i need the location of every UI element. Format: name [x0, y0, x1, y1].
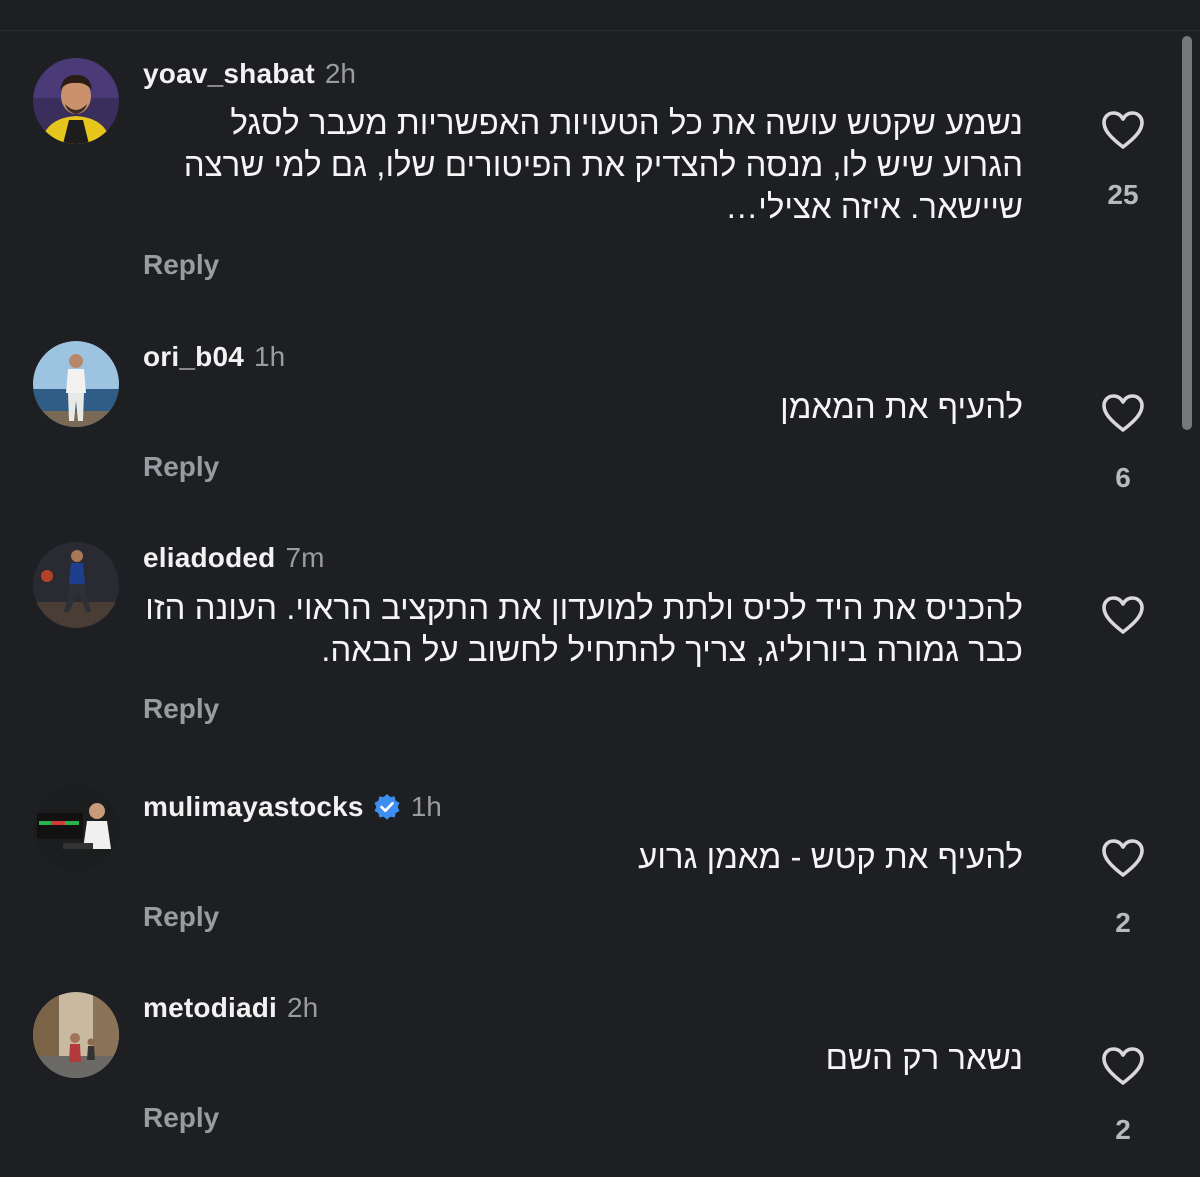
reply-button[interactable]: Reply — [143, 692, 219, 726]
timestamp: 1h — [254, 341, 286, 372]
comment-meta: ori_b04 1h — [143, 339, 285, 375]
heart-outline-icon[interactable] — [1100, 392, 1146, 434]
avatar[interactable] — [33, 992, 119, 1078]
comment-text: להכניס את היד לכיס ולתת למועדון את התקצי… — [145, 589, 1023, 668]
top-divider — [0, 30, 1200, 31]
reply-button[interactable]: Reply — [143, 450, 219, 484]
avatar[interactable] — [33, 58, 119, 144]
comments-screen: yoav_shabat 2h נשמע שקטש עושה את כל הטעו… — [0, 0, 1200, 1177]
username[interactable]: mulimayastocks — [143, 791, 364, 823]
avatar[interactable] — [33, 341, 119, 427]
timestamp: 2h — [324, 58, 356, 89]
reply-button[interactable]: Reply — [143, 1101, 219, 1135]
timestamp: 7m — [285, 542, 325, 573]
username[interactable]: ori_b04 — [143, 341, 244, 373]
scrollbar[interactable] — [1182, 36, 1192, 430]
like-count[interactable]: 6 — [1093, 461, 1153, 495]
comment-meta: metodiadi 2h — [143, 990, 318, 1026]
comment-text: נשאר רק השם — [825, 1039, 1023, 1076]
like-count[interactable]: 2 — [1093, 1113, 1153, 1147]
reply-button[interactable]: Reply — [143, 900, 219, 934]
avatar[interactable] — [33, 785, 119, 871]
like-count[interactable]: 2 — [1093, 906, 1153, 940]
heart-outline-icon[interactable] — [1100, 594, 1146, 636]
verified-badge-icon — [373, 793, 401, 821]
comment-text: להעיף את המאמן — [780, 388, 1023, 425]
heart-outline-icon[interactable] — [1100, 837, 1146, 879]
comment-meta: yoav_shabat 2h — [143, 56, 356, 92]
heart-outline-icon[interactable] — [1100, 109, 1146, 151]
heart-outline-icon[interactable] — [1100, 1045, 1146, 1087]
username[interactable]: yoav_shabat — [143, 58, 315, 90]
comment-meta: mulimayastocks 1h — [143, 789, 442, 825]
timestamp: 2h — [287, 992, 319, 1023]
like-count[interactable] — [1093, 663, 1153, 697]
username[interactable]: eliadoded — [143, 542, 276, 574]
reply-button[interactable]: Reply — [143, 248, 219, 282]
like-count[interactable]: 25 — [1093, 178, 1153, 212]
avatar[interactable] — [33, 542, 119, 628]
timestamp: 1h — [410, 791, 442, 822]
comment-text: להעיף את קטש - מאמן גרוע — [638, 838, 1023, 875]
username[interactable]: metodiadi — [143, 992, 277, 1024]
comment-text: נשמע שקטש עושה את כל הטעויות האפשריות מע… — [183, 104, 1023, 225]
comment-meta: eliadoded 7m — [143, 540, 324, 576]
